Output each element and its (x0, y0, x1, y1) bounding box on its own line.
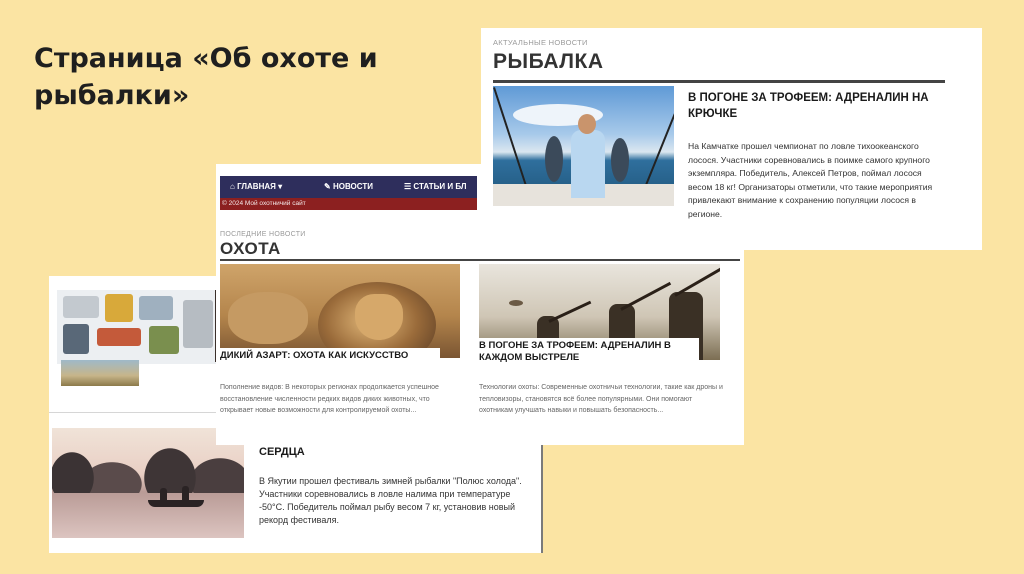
card-excerpt: Технологии охоты: Современные охотничьи … (479, 384, 723, 414)
section-heading: ОХОТА (220, 239, 281, 258)
main-navbar: ⌂ ГЛАВНАЯ ▾ ✎ НОВОСТИ ☰ СТАТЬИ И БЛ (220, 176, 477, 198)
card-title[interactable]: В ПОГОНЕ ЗА ТРОФЕЕМ: АДРЕНАЛИН В КАЖДОМ … (479, 340, 695, 364)
card-title-box: В ПОГОНЕ ЗА ТРОФЕЕМ: АДРЕНАЛИН В КАЖДОМ … (475, 338, 699, 364)
nav-item-home[interactable]: ⌂ ГЛАВНАЯ ▾ (230, 176, 282, 198)
card-title[interactable]: ДИКИЙ АЗАРТ: ОХОТА КАК ИСКУССТВО (220, 350, 436, 362)
nav-label: ГЛАВНАЯ ▾ (237, 182, 283, 191)
nav-item-articles[interactable]: ☰ СТАТЬИ И БЛ (404, 176, 467, 198)
section-kicker: ПОСЛЕДНИЕ НОВОСТИ (220, 231, 306, 238)
article-title[interactable]: В ПОГОНЕ ЗА ТРОФЕЕМ: АДРЕНАЛИН НА КРЮЧКЕ (688, 90, 938, 122)
section-heading: РЫБАЛКА (493, 50, 604, 73)
fishing-site-screenshot: АКТУАЛЬНЫЕ НОВОСТИ РЫБАЛКА В ПОГОНЕ ЗА Т… (481, 28, 982, 250)
festival-article-text: В Якутии прошел фестиваль зимней рыбалки… (259, 476, 522, 525)
home-icon: ⌂ (230, 182, 235, 191)
fishing-gear-image (57, 290, 219, 364)
list-icon: ☰ (404, 182, 412, 191)
angler-thumbnail (61, 360, 139, 386)
nav-label: СТАТЬИ И БЛ (413, 182, 467, 191)
lion-image[interactable] (220, 264, 460, 358)
heading-rule (220, 259, 740, 261)
heading-rule (493, 80, 945, 83)
nav-item-news[interactable]: ✎ НОВОСТИ (324, 176, 373, 198)
card-excerpt: Пополнение видов: В некоторых регионах п… (220, 384, 439, 414)
fisherman-image[interactable] (493, 86, 674, 206)
slide-title: Страница «Об охоте и рыбалки» (34, 43, 378, 111)
card-title-box: ДИКИЙ АЗАРТ: ОХОТА КАК ИСКУССТВО (216, 348, 440, 362)
nav-label: НОВОСТИ (332, 182, 373, 191)
copyright-text: © 2024 Мой охотничий сайт (222, 200, 306, 207)
section-kicker: АКТУАЛЬНЫЕ НОВОСТИ (493, 38, 588, 47)
festival-article-title[interactable]: СЕРДЦА (259, 446, 519, 458)
edit-icon: ✎ (324, 182, 331, 191)
article-text: На Камчатке прошел чемпионат по ловле ти… (688, 141, 933, 219)
